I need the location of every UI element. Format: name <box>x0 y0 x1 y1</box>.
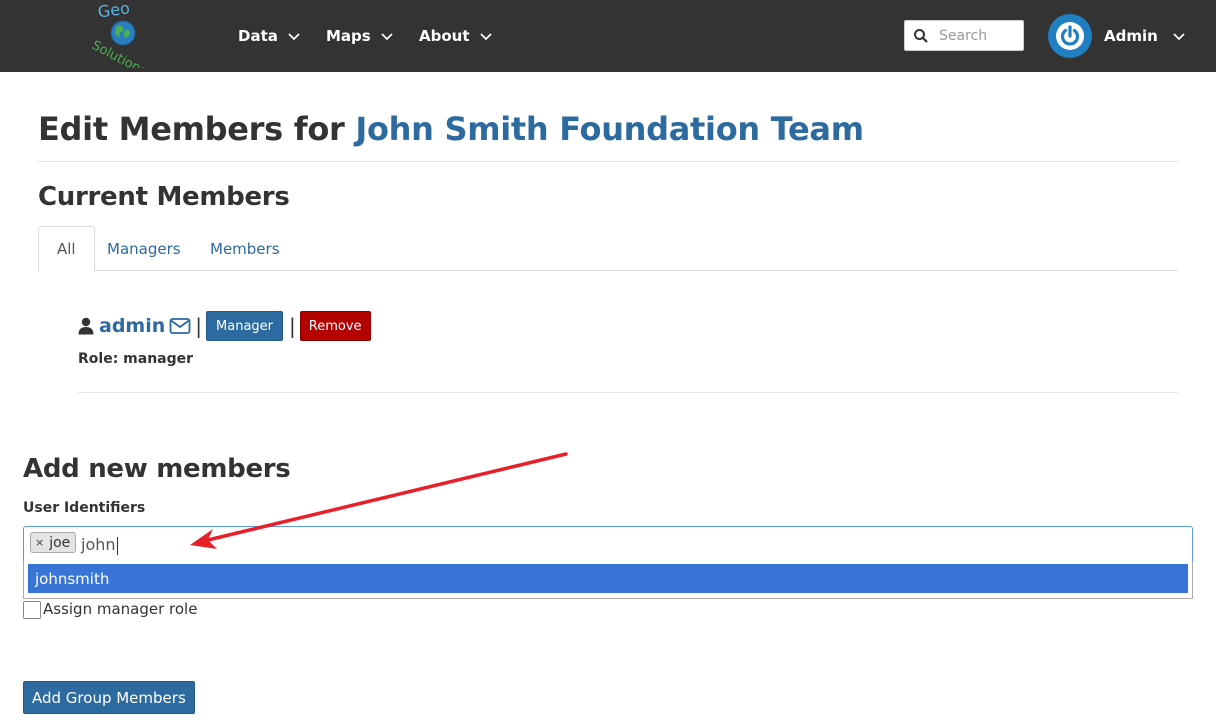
globe-icon <box>110 20 136 46</box>
user-icon <box>78 317 94 335</box>
user-search-input[interactable]: john <box>81 535 118 555</box>
selected-user-chip: × joe <box>30 532 77 553</box>
search-box <box>904 20 1024 51</box>
nav-about-menu[interactable]: About <box>419 22 493 50</box>
remove-member-button[interactable]: Remove <box>299 311 371 341</box>
member-row: admin | Manager | Remove <box>78 310 371 342</box>
add-group-members-button[interactable]: Add Group Members <box>23 681 195 714</box>
assign-manager-label[interactable]: Assign manager role <box>43 600 197 618</box>
user-identifiers-select[interactable]: × joe john <box>23 526 1193 562</box>
divider <box>78 392 1178 393</box>
manager-role-button[interactable]: Manager <box>206 311 283 341</box>
nav-item-label: Data <box>238 27 278 45</box>
separator: | <box>289 314 296 338</box>
chevron-down-icon <box>1173 33 1185 41</box>
nav-maps-menu[interactable]: Maps <box>326 22 394 50</box>
page-title-prefix: Edit Members for <box>38 110 356 148</box>
nav-item-label: Maps <box>326 27 371 45</box>
add-members-heading: Add new members <box>23 454 291 484</box>
tab-members[interactable]: Members <box>192 226 298 271</box>
member-role: Role: manager <box>78 351 194 367</box>
member-tabs: All Managers Members <box>38 226 1178 272</box>
member-username-link[interactable]: admin <box>99 315 165 337</box>
team-name-link[interactable]: John Smith Foundation Team <box>355 110 864 148</box>
user-name-label: Admin <box>1104 27 1158 45</box>
power-icon <box>1056 22 1084 50</box>
separator: | <box>195 314 203 338</box>
user-menu[interactable]: Admin <box>1104 22 1186 50</box>
logo-top-text: Geo <box>97 0 131 22</box>
suggestion-option-johnsmith[interactable]: johnsmith <box>28 564 1188 593</box>
user-identifiers-label: User Identifiers <box>23 500 146 516</box>
current-members-heading: Current Members <box>38 182 290 212</box>
geo-solutions-logo[interactable]: Geo Solutions <box>86 0 160 79</box>
text-caret <box>116 536 118 555</box>
nav-data-menu[interactable]: Data <box>238 22 301 50</box>
chip-remove-icon[interactable]: × <box>35 536 44 549</box>
chevron-down-icon <box>381 33 393 41</box>
top-navbar: Geo Solutions Data Maps About Admin <box>0 0 1216 79</box>
chip-label: joe <box>49 534 71 551</box>
chevron-down-icon <box>288 33 300 41</box>
suggestions-dropdown: johnsmith <box>23 561 1193 599</box>
search-input[interactable] <box>939 27 1019 44</box>
envelope-icon[interactable] <box>169 317 191 335</box>
divider <box>38 161 1178 162</box>
typed-text: john <box>81 535 116 554</box>
page-title: Edit Members for John Smith Foundation T… <box>38 110 864 148</box>
assign-manager-checkbox[interactable] <box>23 601 41 619</box>
search-icon <box>914 28 928 43</box>
user-avatar[interactable] <box>1048 14 1092 58</box>
tab-all[interactable]: All <box>38 226 95 272</box>
chevron-down-icon <box>479 33 492 41</box>
tab-managers[interactable]: Managers <box>89 226 199 271</box>
nav-item-label: About <box>419 27 470 45</box>
